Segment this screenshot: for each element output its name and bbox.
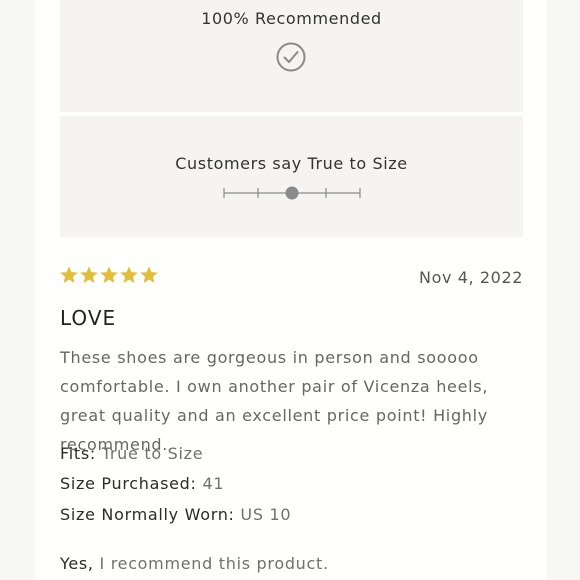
- star-icon: [140, 266, 158, 283]
- attribute-label: Size Purchased:: [60, 474, 197, 493]
- recommend-answer: Yes,: [60, 554, 94, 573]
- check-circle-icon: [276, 42, 306, 72]
- attribute-label: Fits:: [60, 444, 96, 463]
- star-rating: [59, 264, 159, 290]
- star-icon: [80, 266, 98, 283]
- review-body: These shoes are gorgeous in person and s…: [60, 348, 489, 454]
- star-icon: [60, 266, 78, 283]
- review-date: Nov 4, 2022: [419, 268, 523, 287]
- star-icon: [120, 266, 138, 283]
- attribute-fits: Fits: True to Size: [60, 444, 203, 463]
- attribute-value: 41: [202, 474, 225, 493]
- fit-scale: [223, 186, 361, 200]
- attribute-value: US 10: [240, 505, 292, 524]
- fit-scale-marker: [285, 186, 299, 200]
- star-icon: [100, 266, 118, 283]
- attribute-value: True to Size: [101, 444, 204, 463]
- review-title: LOVE: [60, 306, 117, 330]
- attribute-size-worn: Size Normally Worn: US 10: [60, 505, 291, 524]
- attribute-size-purchased: Size Purchased: 41: [60, 474, 224, 493]
- fit-panel: Customers say True to Size: [60, 116, 523, 237]
- recommendation-panel: 100% Recommended: [60, 0, 523, 112]
- attribute-label: Size Normally Worn:: [60, 505, 235, 524]
- recommendation-label: 100% Recommended: [201, 9, 382, 28]
- recommend-text: I recommend this product.: [99, 554, 329, 573]
- fit-label: Customers say True to Size: [175, 154, 408, 173]
- recommend-statement: Yes, I recommend this product.: [60, 554, 329, 573]
